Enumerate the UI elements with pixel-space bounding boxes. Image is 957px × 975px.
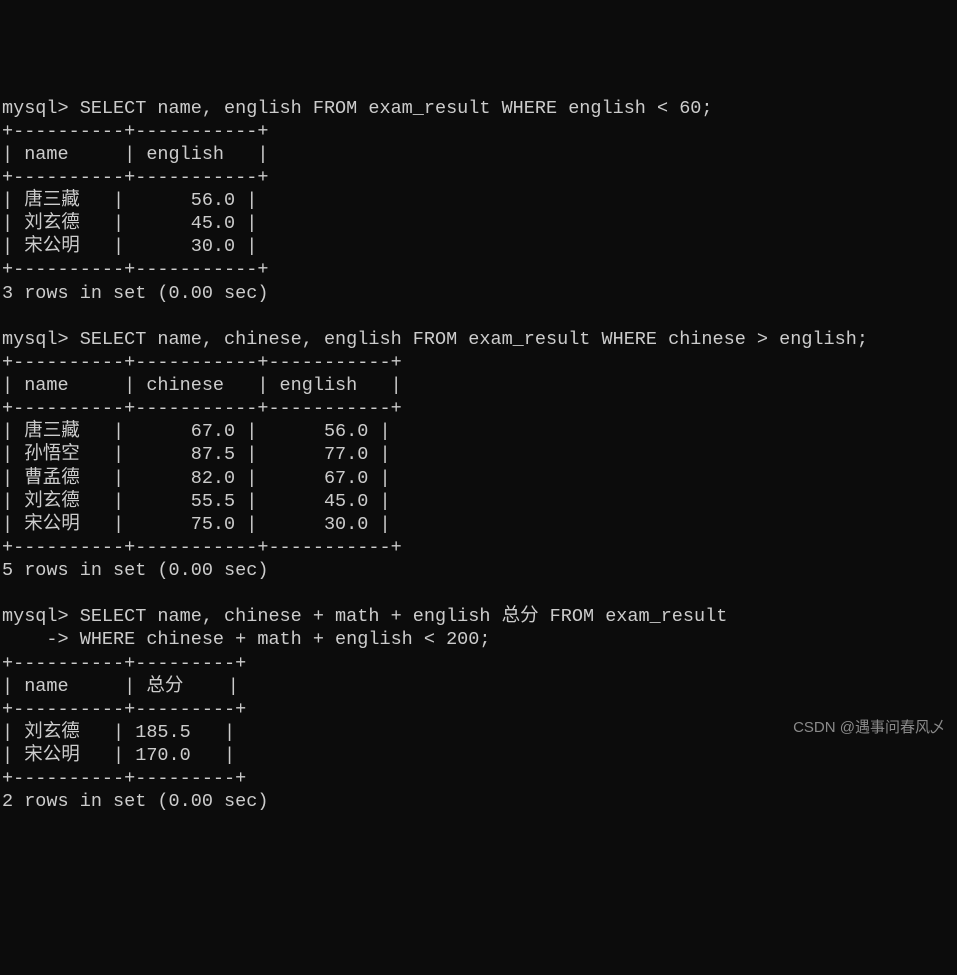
- terminal-output[interactable]: mysql> SELECT name, english FROM exam_re…: [2, 97, 955, 814]
- watermark-text: CSDN @遇事问春风乄: [793, 719, 945, 738]
